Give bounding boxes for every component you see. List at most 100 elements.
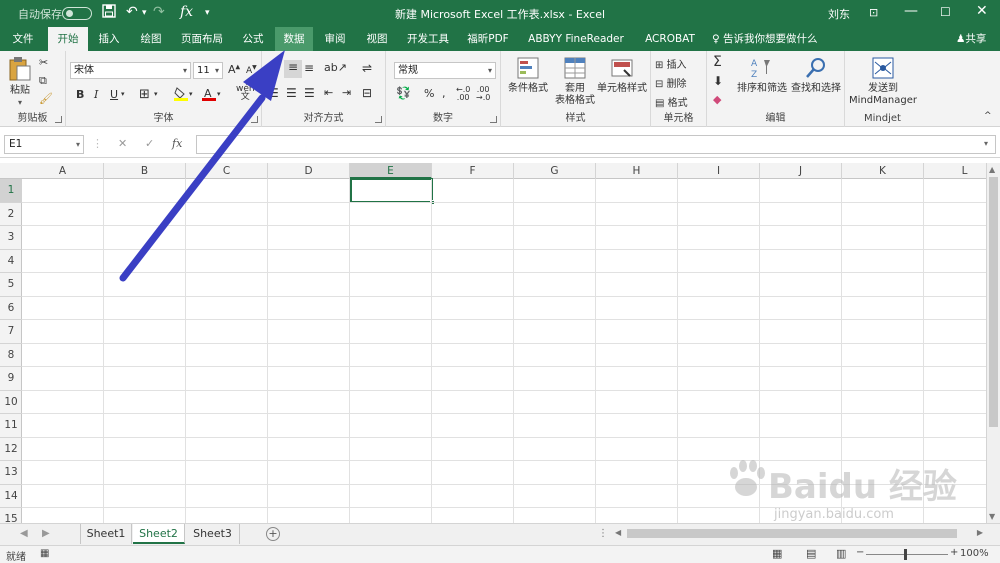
paste-button[interactable]: 粘贴 ▾ bbox=[6, 56, 34, 109]
collapse-ribbon-icon[interactable]: ^ bbox=[984, 111, 992, 121]
split-handle-icon[interactable]: ⋮ bbox=[598, 528, 608, 539]
tab-home[interactable]: 开始 bbox=[48, 27, 88, 51]
alignment-launcher[interactable] bbox=[375, 116, 382, 123]
zoom-out-icon[interactable]: − bbox=[856, 547, 864, 558]
font-color-icon[interactable]: A bbox=[202, 86, 216, 105]
chevron-down-icon[interactable]: ▾ bbox=[121, 90, 125, 98]
percent-icon[interactable]: % bbox=[424, 87, 434, 100]
cell-styles-button[interactable]: 单元格样式 bbox=[597, 56, 647, 95]
share-button[interactable]: ♟共享 bbox=[956, 27, 986, 51]
column-header[interactable]: D bbox=[268, 163, 350, 179]
font-launcher[interactable] bbox=[251, 116, 258, 123]
row-header[interactable]: 6 bbox=[0, 297, 22, 320]
column-header[interactable]: E bbox=[350, 163, 432, 179]
format-painter-icon[interactable]: 🖌 bbox=[39, 92, 53, 105]
column-header[interactable]: G bbox=[514, 163, 596, 179]
fill-color-icon[interactable] bbox=[174, 86, 188, 105]
scroll-up-icon[interactable]: ▲ bbox=[989, 165, 995, 174]
scroll-right-icon[interactable]: ▶ bbox=[977, 528, 983, 537]
format-cells-button[interactable]: ▤ 格式 bbox=[655, 94, 688, 109]
row-header[interactable]: 11 bbox=[0, 414, 22, 438]
column-header[interactable]: H bbox=[596, 163, 678, 179]
column-header[interactable]: I bbox=[678, 163, 760, 179]
undo-icon[interactable]: ↶ bbox=[126, 4, 138, 20]
row-header[interactable]: 4 bbox=[0, 250, 22, 273]
border-icon[interactable]: ⊞ bbox=[139, 87, 150, 102]
autosum-icon[interactable]: Σ bbox=[713, 54, 722, 70]
column-header[interactable]: A bbox=[22, 163, 104, 179]
increase-indent-icon[interactable]: ⇥ bbox=[342, 86, 351, 99]
bold-icon[interactable]: B bbox=[76, 88, 84, 101]
increase-decimal-icon[interactable]: ←.0.00 bbox=[456, 86, 470, 102]
zoom-level[interactable]: 100% bbox=[960, 548, 989, 559]
sheet-tab-sheet1[interactable]: Sheet1 bbox=[80, 524, 132, 544]
maximize-icon[interactable]: ☐ bbox=[940, 5, 951, 19]
row-header[interactable]: 10 bbox=[0, 391, 22, 414]
insert-cells-button[interactable]: ⊞ 插入 bbox=[655, 56, 687, 71]
row-header[interactable]: 13 bbox=[0, 461, 22, 485]
find-select-button[interactable]: 查找和选择 bbox=[791, 56, 841, 95]
row-header[interactable]: 7 bbox=[0, 320, 22, 344]
delete-cells-button[interactable]: ⊟ 删除 bbox=[655, 75, 687, 90]
close-icon[interactable]: ✕ bbox=[976, 3, 988, 19]
conditional-formatting-button[interactable]: 条件格式 bbox=[505, 56, 551, 95]
zoom-slider-knob[interactable] bbox=[904, 549, 907, 560]
page-layout-view-icon[interactable]: ▤ bbox=[806, 547, 816, 560]
row-header[interactable]: 5 bbox=[0, 273, 22, 297]
selected-cell[interactable] bbox=[350, 178, 435, 205]
fill-icon[interactable]: ⬇ bbox=[713, 74, 723, 88]
align-left-icon[interactable]: ☰ bbox=[268, 86, 279, 100]
vertical-scrollbar[interactable]: ▲ ▼ bbox=[986, 163, 1000, 523]
top-align-icon[interactable]: ≡ bbox=[268, 61, 278, 75]
scroll-down-icon[interactable]: ▼ bbox=[989, 512, 995, 521]
row-header[interactable]: 1 bbox=[0, 179, 22, 203]
zoom-in-icon[interactable]: + bbox=[950, 547, 958, 558]
name-box[interactable]: E1 ▾ bbox=[4, 135, 84, 154]
number-format-combo[interactable]: 常规 ▾ bbox=[394, 62, 496, 79]
comma-style-icon[interactable]: , bbox=[442, 87, 446, 100]
row-header[interactable]: 2 bbox=[0, 203, 22, 226]
minimize-icon[interactable]: — bbox=[904, 3, 918, 19]
insert-function-icon[interactable]: fx bbox=[172, 137, 182, 150]
tab-draw[interactable]: 绘图 bbox=[134, 27, 168, 51]
decrease-indent-icon[interactable]: ⇤ bbox=[324, 86, 333, 99]
function-icon[interactable]: fx bbox=[180, 4, 193, 20]
align-center-icon[interactable]: ☰ bbox=[286, 86, 297, 100]
wrap-text-icon[interactable]: ⇌ bbox=[362, 61, 372, 75]
add-sheet-icon[interactable]: + bbox=[266, 527, 280, 541]
number-launcher[interactable] bbox=[490, 116, 497, 123]
tab-developer[interactable]: 开发工具 bbox=[402, 27, 454, 51]
cut-icon[interactable]: ✂ bbox=[39, 56, 48, 69]
tab-acrobat[interactable]: ACROBAT bbox=[640, 27, 700, 51]
format-as-table-button[interactable]: 套用 表格格式 bbox=[555, 56, 595, 107]
tab-data[interactable]: 数据 bbox=[275, 27, 313, 51]
scroll-left-icon[interactable]: ◀ bbox=[615, 528, 621, 537]
normal-view-icon[interactable]: ▦ bbox=[772, 547, 782, 560]
tab-formulas[interactable]: 公式 bbox=[236, 27, 270, 51]
font-size-combo[interactable]: 11 ▾ bbox=[193, 62, 223, 79]
middle-align-icon[interactable]: ≡ bbox=[284, 60, 302, 78]
align-right-icon[interactable]: ☰ bbox=[304, 86, 315, 100]
row-header[interactable]: 9 bbox=[0, 367, 22, 391]
tab-insert[interactable]: 插入 bbox=[92, 27, 126, 51]
tell-me-box[interactable]: ♀ 告诉我你想要做什么 bbox=[712, 27, 818, 51]
expand-formula-icon[interactable]: ▾ bbox=[984, 139, 988, 148]
clear-icon[interactable]: ◆ bbox=[713, 93, 721, 106]
tab-page-layout[interactable]: 页面布局 bbox=[176, 27, 228, 51]
increase-font-icon[interactable]: A▲ bbox=[228, 63, 240, 76]
chevron-down-icon[interactable]: ▾ bbox=[217, 90, 221, 98]
column-header[interactable]: F bbox=[432, 163, 514, 179]
tab-abbyy[interactable]: ABBYY FineReader 12 bbox=[522, 27, 630, 69]
sheet-tab-sheet2[interactable]: Sheet2 bbox=[133, 524, 185, 544]
bottom-align-icon[interactable]: ≡ bbox=[304, 61, 314, 75]
enter-icon[interactable]: ✓ bbox=[145, 137, 154, 150]
column-header[interactable]: L bbox=[924, 163, 986, 179]
tab-view[interactable]: 视图 bbox=[360, 27, 394, 51]
currency-icon[interactable]: 💱 bbox=[396, 86, 411, 100]
undo-dropdown-icon[interactable]: ▾ bbox=[142, 8, 147, 18]
save-icon[interactable] bbox=[102, 4, 116, 22]
paste-dropdown-icon[interactable]: ▾ bbox=[6, 97, 34, 109]
autosave-toggle[interactable] bbox=[62, 7, 92, 20]
user-name[interactable]: 刘东 bbox=[828, 6, 850, 22]
merge-center-icon[interactable]: ⊟ bbox=[362, 86, 372, 100]
